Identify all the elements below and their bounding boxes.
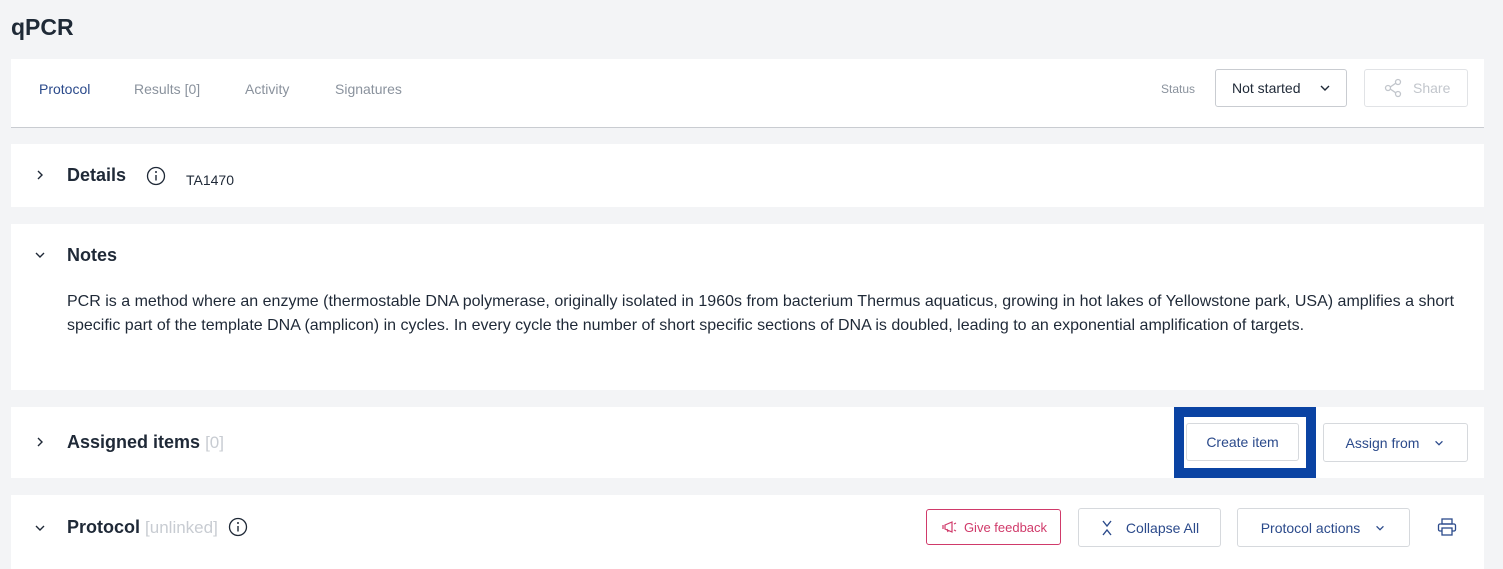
info-icon[interactable]	[146, 166, 166, 186]
create-item-button[interactable]: Create item	[1186, 423, 1299, 461]
protocol-section: Protocol [unlinked] Give feedback Collap…	[11, 495, 1484, 569]
assign-from-label: Assign from	[1345, 434, 1420, 451]
tab-protocol[interactable]: Protocol	[39, 81, 90, 97]
chevron-down-icon	[1376, 525, 1385, 531]
protocol-actions-dropdown[interactable]: Protocol actions	[1237, 508, 1410, 547]
share-label: Share	[1413, 80, 1451, 96]
protocol-title: Protocol [unlinked]	[67, 517, 218, 538]
status-label: Status	[1161, 82, 1196, 96]
chevron-right-icon[interactable]	[33, 168, 47, 182]
details-code: TA1470	[186, 172, 234, 188]
tab-signatures[interactable]: Signatures	[335, 81, 402, 97]
give-feedback-button[interactable]: Give feedback	[926, 509, 1061, 545]
tab-bar: Protocol Results [0] Activity Signatures…	[11, 59, 1484, 128]
protocol-label: Protocol	[67, 517, 141, 537]
tab-activity[interactable]: Activity	[245, 81, 289, 97]
chevron-right-icon[interactable]	[33, 435, 47, 449]
collapse-all-label: Collapse All	[1125, 519, 1200, 536]
share-icon	[1384, 78, 1402, 98]
assigned-items-count: [0]	[205, 433, 224, 452]
assigned-items-section: Assigned items [0] Create item Assign fr…	[11, 407, 1484, 478]
assigned-items-title: Assigned items [0]	[67, 432, 224, 453]
details-section: Details TA1470	[11, 144, 1484, 207]
megaphone-icon	[941, 521, 957, 533]
notes-section: Notes PCR is a method where an enzyme (t…	[11, 224, 1484, 390]
chevron-down-icon	[1320, 85, 1330, 91]
collapse-all-button[interactable]: Collapse All	[1078, 508, 1221, 547]
status-select[interactable]: Not started	[1215, 69, 1347, 107]
chevron-down-icon[interactable]	[33, 521, 47, 535]
protocol-actions-label: Protocol actions	[1260, 519, 1361, 536]
share-button[interactable]: Share	[1364, 69, 1468, 107]
protocol-link-state: [unlinked]	[145, 518, 218, 537]
info-icon[interactable]	[228, 517, 248, 537]
page-title: qPCR	[11, 14, 74, 40]
notes-title: Notes	[67, 245, 118, 265]
assigned-items-label: Assigned items	[67, 432, 201, 452]
notes-text: PCR is a method where an enzyme (thermos…	[67, 293, 1455, 334]
status-value: Not started	[1232, 80, 1301, 96]
chevron-down-icon	[1435, 440, 1444, 446]
chevron-down-icon[interactable]	[33, 248, 47, 262]
assign-from-dropdown[interactable]: Assign from	[1323, 423, 1468, 462]
give-feedback-label: Give feedback	[963, 519, 1048, 535]
tab-results[interactable]: Results [0]	[134, 81, 200, 97]
print-icon[interactable]	[1437, 518, 1457, 536]
collapse-icon	[1102, 520, 1112, 535]
details-title: Details	[67, 165, 127, 185]
